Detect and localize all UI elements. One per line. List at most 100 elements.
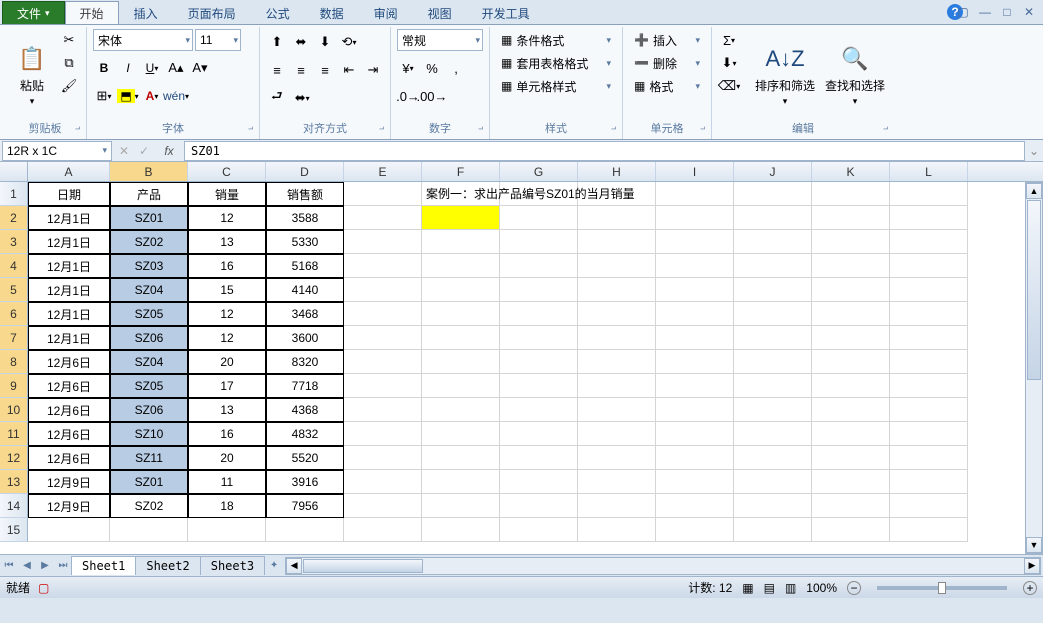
cell[interactable]: 3468 [266,302,344,326]
cell[interactable]: 12月9日 [28,494,110,518]
cell[interactable]: 销售额 [266,182,344,206]
paste-button[interactable]: 📋 粘贴 ▾ [10,29,54,121]
sheet-tab-1[interactable]: Sheet1 [71,556,136,575]
cell[interactable]: 4832 [266,422,344,446]
cell[interactable] [734,182,812,206]
sheet-nav-prev[interactable]: ◀ [18,557,36,575]
cell[interactable] [500,518,578,542]
find-select-button[interactable]: 🔍 查找和选择▾ [822,29,888,121]
row-header[interactable]: 7 [0,326,28,350]
cell[interactable] [578,374,656,398]
cell[interactable]: SZ06 [110,326,188,350]
cell[interactable] [812,494,890,518]
fx-icon[interactable]: fx [154,144,184,158]
cell[interactable] [422,398,500,422]
cell[interactable] [266,518,344,542]
sheet-nav-first[interactable]: ⏮ [0,557,18,575]
row-header[interactable]: 6 [0,302,28,326]
col-header-C[interactable]: C [188,162,266,181]
cell[interactable] [578,422,656,446]
col-header-G[interactable]: G [500,162,578,181]
tab-home[interactable]: 开始 [65,1,119,24]
cell[interactable]: 日期 [28,182,110,206]
cell[interactable] [656,302,734,326]
merge-center-button[interactable]: ⬌▾ [290,87,315,109]
cell[interactable] [656,398,734,422]
percent-button[interactable]: % [421,57,443,79]
align-right-button[interactable]: ≡ [314,59,336,81]
cell[interactable]: 7718 [266,374,344,398]
tab-dev[interactable]: 开发工具 [467,1,545,24]
sheet-nav-next[interactable]: ▶ [36,557,54,575]
cell[interactable] [422,470,500,494]
number-format-combo[interactable]: 常规▾ [397,29,483,51]
file-tab[interactable]: 文件▾ [2,1,65,24]
row-header[interactable]: 15 [0,518,28,542]
phonetic-button[interactable]: wén▾ [165,85,187,107]
col-header-L[interactable]: L [890,162,968,181]
border-button[interactable]: ⊞▾ [93,85,115,107]
cell[interactable]: 13 [188,230,266,254]
cell[interactable]: 3600 [266,326,344,350]
col-header-A[interactable]: A [28,162,110,181]
cell[interactable] [344,422,422,446]
cell[interactable] [812,206,890,230]
row-header[interactable]: 1 [0,182,28,206]
row-header[interactable]: 3 [0,230,28,254]
cell[interactable] [344,350,422,374]
cell[interactable] [344,446,422,470]
insert-cells-button[interactable]: ➕插入▾ [629,29,705,51]
font-size-combo[interactable]: 11▾ [195,29,241,51]
cell[interactable] [890,182,968,206]
cell[interactable] [422,518,500,542]
cell[interactable] [890,446,968,470]
cell[interactable] [578,278,656,302]
cell[interactable] [890,254,968,278]
comma-button[interactable]: , [445,57,467,79]
cell[interactable] [656,278,734,302]
cell[interactable]: 12 [188,206,266,230]
cell[interactable] [578,254,656,278]
cell[interactable] [344,374,422,398]
col-header-D[interactable]: D [266,162,344,181]
cell[interactable]: 8320 [266,350,344,374]
new-sheet-button[interactable]: ✦ [265,557,283,575]
horizontal-scrollbar[interactable]: ◀ ▶ [285,557,1041,575]
format-painter-button[interactable]: 🖌 [58,75,80,97]
cell[interactable] [812,182,890,206]
cell[interactable]: 12月6日 [28,446,110,470]
cell[interactable] [812,230,890,254]
cell[interactable]: 7956 [266,494,344,518]
currency-button[interactable]: ¥▾ [397,57,419,79]
align-left-button[interactable]: ≡ [266,59,288,81]
col-header-E[interactable]: E [344,162,422,181]
autosum-button[interactable]: Σ▾ [718,29,740,51]
wrap-text-button[interactable]: ⮐ [266,87,288,109]
delete-cells-button[interactable]: ➖删除▾ [629,52,705,74]
cell[interactable] [656,254,734,278]
cell[interactable] [188,518,266,542]
cell[interactable]: 12月6日 [28,350,110,374]
col-header-J[interactable]: J [734,162,812,181]
cell[interactable] [344,206,422,230]
zoom-in-button[interactable]: + [1023,581,1037,595]
fill-button[interactable]: ⬇▾ [718,52,740,74]
cancel-formula-icon[interactable]: ✕ [114,144,134,158]
cell[interactable]: SZ03 [110,254,188,278]
sort-filter-button[interactable]: A↓Z 排序和筛选▾ [752,29,818,121]
cell[interactable] [812,470,890,494]
cell[interactable] [28,518,110,542]
cell[interactable] [656,470,734,494]
cell[interactable] [890,422,968,446]
cell[interactable] [812,374,890,398]
cell[interactable] [578,206,656,230]
cell[interactable]: SZ10 [110,422,188,446]
tab-view[interactable]: 视图 [413,1,467,24]
cell[interactable] [812,398,890,422]
cell[interactable] [890,302,968,326]
cell[interactable] [422,350,500,374]
cell[interactable] [890,494,968,518]
cell[interactable]: 16 [188,254,266,278]
cell[interactable]: 12月1日 [28,230,110,254]
view-normal-icon[interactable]: ▦ [742,581,753,595]
